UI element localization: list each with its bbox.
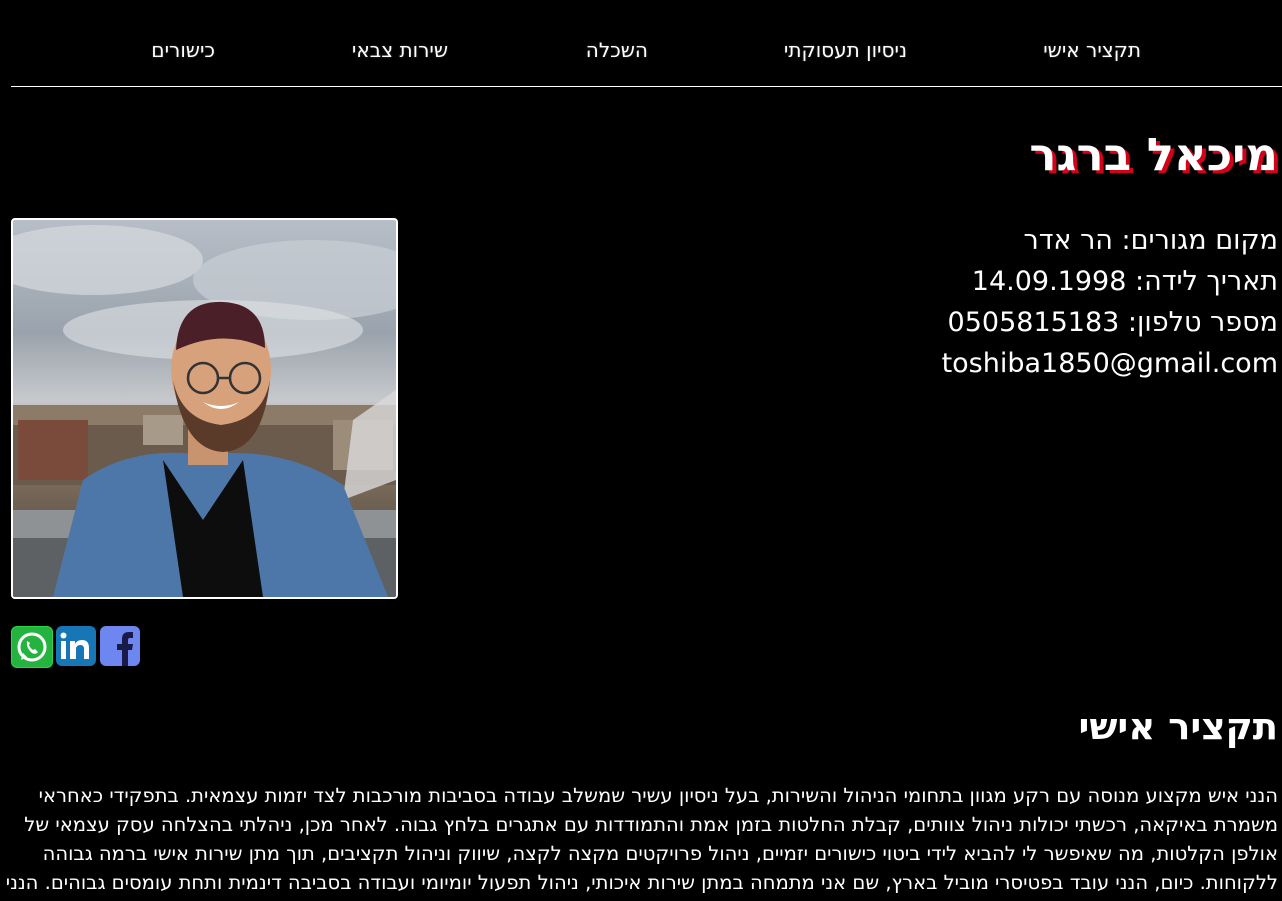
email-text: toshiba1850@gmail.com	[941, 348, 1278, 379]
top-nav: תקציר אישי ניסיון תעסוקתי השכלה שירות צב…	[11, 0, 1282, 87]
nav-link-skills[interactable]: כישורים	[151, 36, 215, 64]
page-title: מיכאל ברגר	[1029, 128, 1278, 181]
summary-line: הנני איש מקצוע מנוסה עם רקע מגוון בתחומי…	[38, 784, 1278, 807]
summary-line: אולפן הקלטות, מה שאיפשר לי להביא לידי בי…	[42, 842, 1278, 865]
facebook-icon[interactable]	[100, 626, 140, 666]
nav-link-summary[interactable]: תקציר אישי	[1043, 36, 1141, 64]
contact-details: מקום מגורים: הר אדר תאריך לידה: 14.09.19…	[942, 220, 1278, 384]
profile-photo-image	[13, 225, 396, 597]
birth-date-text: תאריך לידה: 14.09.1998	[971, 266, 1278, 297]
nav-link-education[interactable]: השכלה	[586, 36, 648, 64]
residence-text: מקום מגורים: הר אדר	[1023, 225, 1278, 256]
summary-text: הנני איש מקצוע מנוסה עם רקע מגוון בתחומי…	[5, 781, 1278, 897]
phone-text: מספר טלפון: 0505815183	[947, 307, 1278, 338]
nav-link-military-service[interactable]: שירות צבאי	[352, 36, 448, 64]
summary-line: ללקוחות. כיום, הנני עובד בפטיסרי מוביל ב…	[5, 871, 1278, 894]
summary-line: משמרת באיקאה, רכשתי יכולות ניהול צוותים,…	[24, 813, 1278, 836]
page: תקציר אישי ניסיון תעסוקתי השכלה שירות צב…	[0, 0, 1282, 901]
summary-heading: תקציר אישי	[1078, 705, 1278, 748]
profile-photo	[11, 218, 398, 599]
whatsapp-icon[interactable]	[11, 626, 53, 668]
nav-link-experience[interactable]: ניסיון תעסוקתי	[784, 36, 907, 64]
linkedin-icon[interactable]	[56, 626, 96, 666]
